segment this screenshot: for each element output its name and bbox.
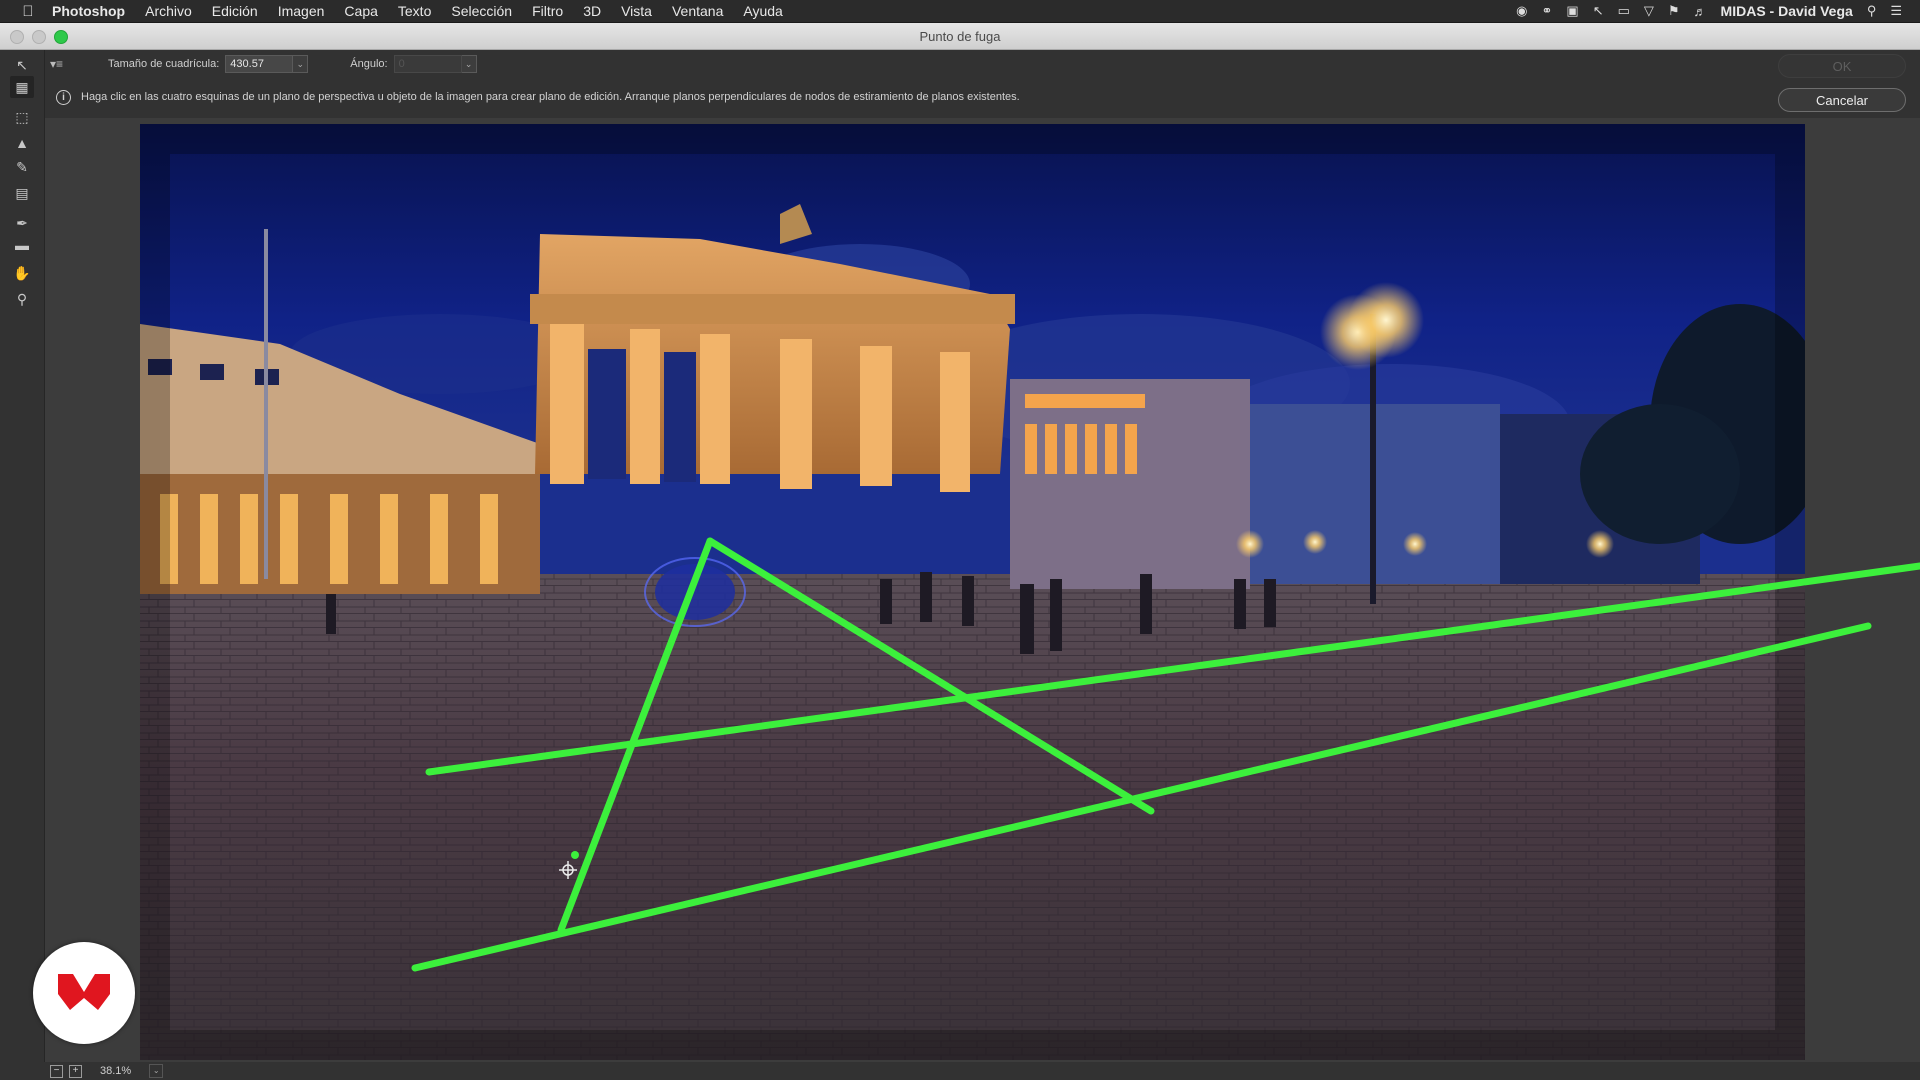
flag-icon[interactable]: ⚑ xyxy=(1668,3,1680,19)
create-plane-tool-icon[interactable]: ▦ xyxy=(10,76,34,98)
airplay-icon[interactable]: ▭ xyxy=(1618,3,1630,19)
apple-icon[interactable]:  xyxy=(14,3,42,20)
marquee-tool-icon[interactable]: ⬚ xyxy=(10,106,34,128)
cursor-icon[interactable]: ↖ xyxy=(1593,3,1604,19)
ok-button[interactable]: OK xyxy=(1778,54,1906,78)
menu-edicion[interactable]: Edición xyxy=(202,3,268,19)
photo-canvas[interactable] xyxy=(140,124,1805,1060)
menu-bar:  Photoshop Archivo Edición Imagen Capa … xyxy=(0,0,1920,23)
info-bar: i Haga clic en las cuatro esquinas de un… xyxy=(56,88,1020,106)
display-icon[interactable]: ▣ xyxy=(1566,3,1578,19)
zoom-bar: − + 38.1% ⌄ xyxy=(44,1062,1920,1080)
measure-tool-icon[interactable]: ▬ xyxy=(10,234,34,256)
angle-dropdown[interactable]: ⌄ xyxy=(461,55,477,73)
list-icon[interactable]: ☰ xyxy=(1890,3,1902,19)
status-area: ◉ ⚭ ▣ ↖ ▭ ▽ ⚑ ♬ MIDAS - David Vega ⚲ ☰ xyxy=(1516,3,1920,19)
menu-imagen[interactable]: Imagen xyxy=(268,3,335,19)
zoom-out-button[interactable]: − xyxy=(50,1064,63,1078)
user-name[interactable]: MIDAS - David Vega xyxy=(1721,3,1853,19)
tool-strip: ↖ ▦ ⬚ ▲ ✎ ▤ ✒ ▬ ✋ ⚲ xyxy=(0,50,45,1080)
menu-app-name[interactable]: Photoshop xyxy=(42,3,135,19)
info-text: Haga clic en las cuatro esquinas de un p… xyxy=(81,91,1020,103)
hand-tool-icon[interactable]: ✋ xyxy=(10,262,34,284)
menu-ayuda[interactable]: Ayuda xyxy=(733,3,792,19)
zoom-dropdown[interactable]: ⌄ xyxy=(149,1064,164,1078)
menu-texto[interactable]: Texto xyxy=(388,3,441,19)
zoom-value[interactable]: 38.1% xyxy=(100,1065,131,1077)
photo-scene xyxy=(140,124,1805,1060)
window-title-bar: Punto de fuga xyxy=(0,23,1920,50)
menu-capa[interactable]: Capa xyxy=(334,3,387,19)
grid-size-input[interactable] xyxy=(225,55,294,73)
zoom-tool-icon[interactable]: ⚲ xyxy=(10,288,34,310)
maximize-window-icon[interactable] xyxy=(54,30,68,44)
search-icon[interactable]: ⚲ xyxy=(1867,3,1877,19)
info-icon: i xyxy=(56,89,71,105)
cancel-button[interactable]: Cancelar xyxy=(1778,88,1906,112)
minimize-window-icon[interactable] xyxy=(32,30,46,44)
zoom-in-button[interactable]: + xyxy=(69,1064,82,1078)
window-title: Punto de fuga xyxy=(919,28,1001,44)
window-controls xyxy=(10,30,68,44)
stamp-tool-icon[interactable]: ▲ xyxy=(10,132,34,154)
transform-tool-icon[interactable]: ▤ xyxy=(10,182,34,204)
volume-icon[interactable]: ♬ xyxy=(1694,4,1707,19)
options-bar: ▾≡ Tamaño de cuadrícula: ⌄ Ángulo: ⌄ xyxy=(44,50,1920,78)
menu-3d[interactable]: 3D xyxy=(573,3,611,19)
edit-plane-tool-icon[interactable]: ↖ xyxy=(10,54,34,76)
wifi-icon[interactable]: ▽ xyxy=(1644,3,1654,19)
tool-options-menu-icon[interactable]: ▾≡ xyxy=(50,57,80,71)
menu-filtro[interactable]: Filtro xyxy=(522,3,573,19)
grid-size-label: Tamaño de cuadrícula: xyxy=(108,58,220,70)
grid-size-dropdown[interactable]: ⌄ xyxy=(293,55,309,73)
eyedropper-tool-icon[interactable]: ✒ xyxy=(10,212,34,234)
record-icon[interactable]: ◉ xyxy=(1516,3,1527,19)
menu-ventana[interactable]: Ventana xyxy=(662,3,733,19)
brand-logo xyxy=(33,942,135,1044)
brush-tool-icon[interactable]: ✎ xyxy=(10,156,34,178)
angle-label: Ángulo: xyxy=(350,58,388,70)
menu-vista[interactable]: Vista xyxy=(611,3,662,19)
creative-cloud-icon[interactable]: ⚭ xyxy=(1541,3,1552,19)
brand-logo-mark xyxy=(58,974,110,1010)
menu-archivo[interactable]: Archivo xyxy=(135,3,202,19)
canvas-area[interactable] xyxy=(45,118,1920,1062)
angle-input[interactable] xyxy=(393,55,462,73)
close-window-icon[interactable] xyxy=(10,30,24,44)
menu-seleccion[interactable]: Selección xyxy=(441,3,522,19)
